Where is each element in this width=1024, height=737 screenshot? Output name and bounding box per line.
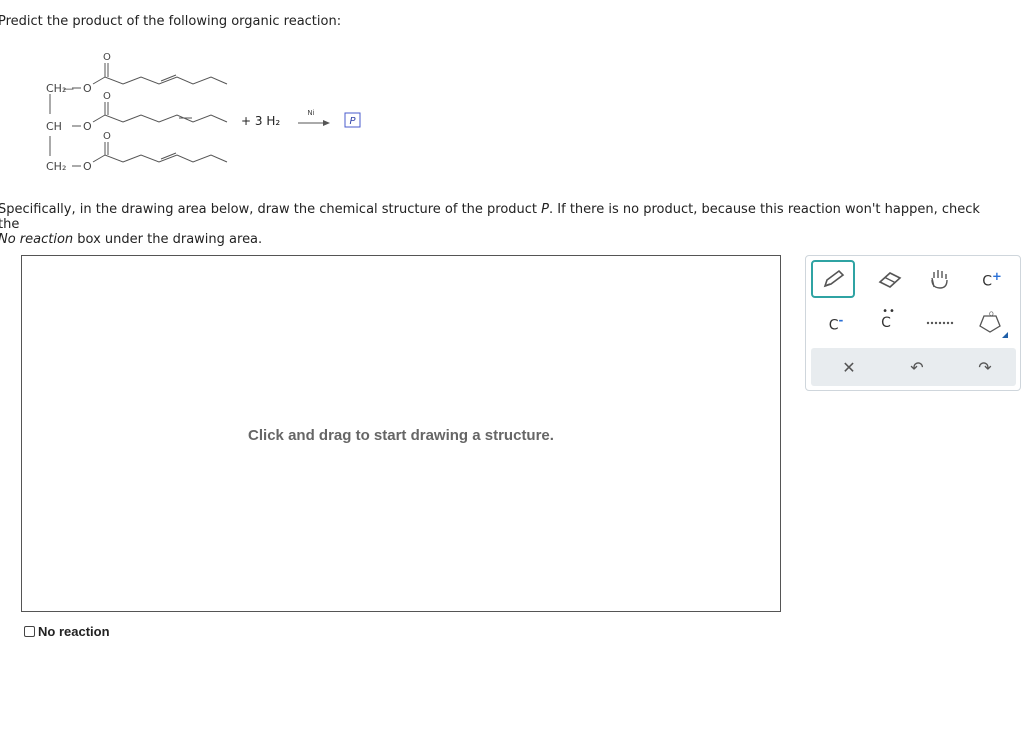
question-text: Predict the product of the following org… — [0, 14, 342, 29]
pencil-icon — [823, 269, 845, 288]
eraser-tool[interactable] — [868, 260, 912, 298]
dots-icon — [926, 321, 954, 325]
ester-oxygen: O — [83, 82, 92, 95]
drawing-canvas[interactable]: Click and drag to start drawing a struct… — [21, 255, 781, 612]
carbocation-tool[interactable]: C+ — [970, 260, 1014, 298]
redo-icon: ↷ — [978, 357, 992, 377]
carbocation-icon: C+ — [982, 268, 1002, 290]
catalyst-label: Ni — [307, 109, 314, 117]
canvas-hint: Click and drag to start drawing a struct… — [248, 427, 554, 444]
undo-button[interactable]: ↶ — [895, 348, 939, 386]
lone-pair-tool[interactable]: •• C — [864, 304, 908, 342]
action-bar: ✕ ↶ ↷ — [811, 348, 1016, 386]
carbanion-icon: C- — [828, 312, 844, 334]
radical-dots-tool[interactable] — [918, 304, 962, 342]
carbonyl-oxygen: O — [103, 91, 111, 102]
product-placeholder: P — [349, 116, 356, 127]
group-ch2-bottom: CH₂ — [46, 160, 66, 173]
group-ch-middle: CH — [46, 120, 62, 133]
hand-icon — [931, 270, 948, 289]
redo-button[interactable]: ↷ — [963, 348, 1007, 386]
clear-icon: ✕ — [842, 357, 856, 377]
ring-template-tool[interactable]: O — [970, 304, 1014, 342]
hand-tool[interactable] — [918, 260, 962, 298]
ring-template-icon: O — [979, 311, 1008, 338]
carbanion-tool[interactable]: C- — [814, 304, 858, 342]
pencil-tool[interactable] — [811, 260, 855, 298]
checkbox-box[interactable] — [24, 626, 35, 637]
clear-button[interactable]: ✕ — [827, 348, 871, 386]
lone-pair-icon: •• C — [881, 306, 896, 331]
svg-text:O: O — [989, 311, 994, 318]
reagent-label: + 3 H₂ — [241, 114, 280, 128]
ester-oxygen: O — [83, 120, 92, 133]
drawing-toolbar: C+ C- •• C O ✕ ↶ ↷ — [805, 255, 1021, 391]
carbonyl-oxygen: O — [103, 131, 111, 142]
instructions: Specifically, in the drawing area below,… — [0, 202, 980, 247]
reaction-scheme: CH₂ — O O CH O O CH₂ O O + 3 H₂ Ni P — [30, 46, 390, 180]
svg-text:—: — — [63, 82, 74, 95]
carbonyl-oxygen: O — [103, 52, 111, 63]
undo-icon: ↶ — [910, 357, 924, 377]
no-reaction-label: No reaction — [38, 624, 110, 639]
eraser-icon — [878, 272, 902, 288]
ester-oxygen: O — [83, 160, 92, 173]
no-reaction-checkbox[interactable]: No reaction — [24, 624, 110, 639]
